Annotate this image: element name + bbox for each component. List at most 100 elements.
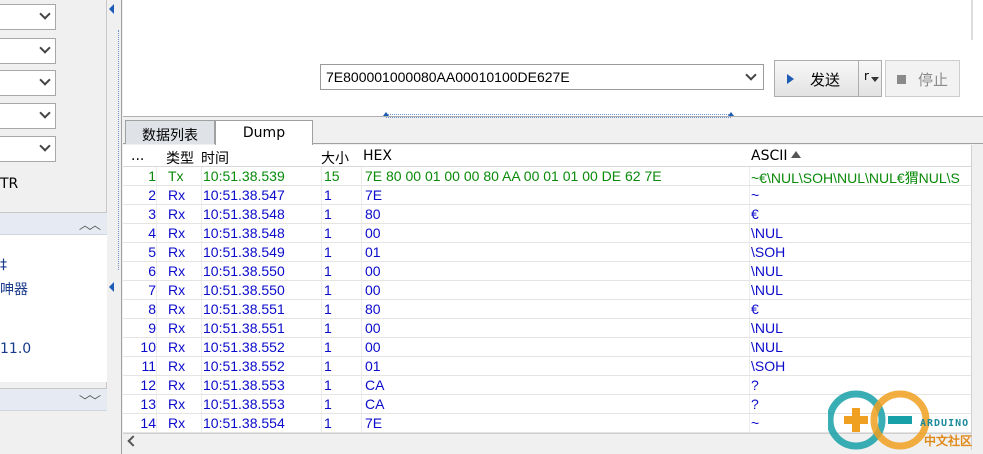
cell-idx: 6 xyxy=(148,263,156,279)
watermark-subtext: 中文社区 xyxy=(924,434,973,448)
scroll-left-icon[interactable] xyxy=(127,435,139,447)
cell-idx: 1 xyxy=(148,168,156,184)
stop-button-label: 停止 xyxy=(918,71,949,89)
app-window: TR ︿︿ ‡ 呻器 11.0 ﹀﹀ 7E800001000080AA00010… xyxy=(0,0,983,454)
collapse-left-icon[interactable] xyxy=(109,282,114,292)
cell-type: Rx xyxy=(168,339,186,355)
cell-ascii: \SOH xyxy=(751,358,786,374)
cell-size: 1 xyxy=(324,187,332,203)
col-header-index[interactable]: ... xyxy=(131,148,144,164)
cell-idx: 11 xyxy=(141,358,156,374)
cell-size: 1 xyxy=(324,415,332,431)
cell-size: 1 xyxy=(324,301,332,317)
splitter-grip[interactable] xyxy=(118,30,119,270)
version-text: 11.0 xyxy=(0,341,32,357)
sort-ascending-icon xyxy=(790,151,801,158)
cell-time: 10:51.38.551 xyxy=(203,320,285,336)
cell-type: Rx xyxy=(168,396,186,412)
play-icon xyxy=(787,74,794,84)
cell-time: 10:51.38.548 xyxy=(203,225,285,241)
setting-dropdown-5[interactable] xyxy=(0,136,56,162)
send-button-label: 发送 xyxy=(810,71,841,89)
expand-down-icon[interactable]: ﹀﹀ xyxy=(79,392,101,409)
tab-bar: 数据列表 Dump xyxy=(123,118,983,145)
cell-idx: 12 xyxy=(140,377,156,393)
col-header-time[interactable]: 时间 xyxy=(201,148,229,168)
table-row[interactable]: 8 Rx 10:51.38.551 1 80 € xyxy=(123,300,971,319)
send-options-button[interactable]: r xyxy=(858,60,882,97)
cell-hex: 7E xyxy=(365,187,383,203)
table-header: ... 类型 时间 大小 HEX ASCII xyxy=(123,145,971,167)
col-header-hex[interactable]: HEX xyxy=(363,148,392,164)
chevron-down-icon xyxy=(39,8,51,20)
tab-dump[interactable]: Dump xyxy=(215,120,313,145)
cell-type: Rx xyxy=(168,206,186,222)
setting-dropdown-3[interactable] xyxy=(0,70,56,96)
cell-hex: 7E 80 00 01 00 00 80 AA 00 01 01 00 DE 6… xyxy=(365,168,662,184)
col-header-type[interactable]: 类型 xyxy=(166,148,194,168)
cell-time: 10:51.38.547 xyxy=(203,187,285,203)
table-row[interactable]: 11 Rx 10:51.38.552 1 01 \SOH xyxy=(123,357,971,376)
setting-dropdown-2[interactable] xyxy=(0,38,56,64)
cell-hex: 80 xyxy=(365,206,381,222)
table-row[interactable]: 5 Rx 10:51.38.549 1 01 \SOH xyxy=(123,243,971,262)
cell-hex: CA xyxy=(365,396,385,412)
cell-ascii: € xyxy=(751,301,759,317)
cell-ascii: \NUL xyxy=(751,320,783,336)
vertical-splitter[interactable] xyxy=(107,0,122,454)
cell-idx: 4 xyxy=(148,225,156,241)
cell-size: 1 xyxy=(324,339,332,355)
table-row[interactable]: 3 Rx 10:51.38.548 1 80 € xyxy=(123,205,971,224)
chevron-down-icon xyxy=(39,42,51,54)
table-row[interactable]: 10 Rx 10:51.38.552 1 00 \NUL xyxy=(123,338,971,357)
cell-idx: 9 xyxy=(148,320,156,336)
cell-ascii: \NUL xyxy=(751,282,783,298)
send-panel: 7E800001000080AA00010100DE627E 发送 r 停止 xyxy=(123,0,983,118)
cell-type: Rx xyxy=(168,225,186,241)
table-row[interactable]: 9 Rx 10:51.38.551 1 00 \NUL xyxy=(123,319,971,338)
cell-size: 1 xyxy=(324,244,332,260)
cell-hex: 00 xyxy=(365,263,381,279)
cell-ascii: \NUL xyxy=(751,263,783,279)
chevron-down-icon xyxy=(39,140,51,152)
cell-size: 1 xyxy=(324,282,332,298)
collapse-left-icon[interactable] xyxy=(109,4,114,14)
table-row[interactable]: 4 Rx 10:51.38.548 1 00 \NUL xyxy=(123,224,971,243)
cell-size: 15 xyxy=(324,168,340,184)
table-row[interactable]: 2 Rx 10:51.38.547 1 7E ~ xyxy=(123,186,971,205)
cell-type: Rx xyxy=(168,301,186,317)
cell-size: 1 xyxy=(324,377,332,393)
setting-dropdown-1[interactable] xyxy=(0,4,56,30)
cell-idx: 2 xyxy=(148,187,156,203)
info-box-header[interactable]: ︿︿ xyxy=(0,213,107,235)
cell-size: 1 xyxy=(324,225,332,241)
chevron-down-icon[interactable] xyxy=(745,69,757,81)
second-box-header[interactable]: ﹀﹀ xyxy=(0,389,107,411)
col-header-size[interactable]: 大小 xyxy=(321,148,349,168)
cell-type: Rx xyxy=(168,320,186,336)
table-row[interactable]: 1 Tx 10:51.38.539 15 7E 80 00 01 00 00 80 AA… xyxy=(123,167,971,186)
info-box: ︿︿ ‡ 呻器 11.0 xyxy=(0,212,107,382)
cell-hex: 7E xyxy=(365,415,383,431)
cell-idx: 8 xyxy=(148,301,156,317)
cell-time: 10:51.38.552 xyxy=(203,358,285,374)
setting-dropdown-4[interactable] xyxy=(0,103,56,129)
cell-ascii: \SOH xyxy=(751,244,786,260)
collapse-up-icon[interactable]: ︿︿ xyxy=(79,216,101,233)
cell-time: 10:51.38.552 xyxy=(203,339,285,355)
cell-hex: 01 xyxy=(365,358,381,374)
send-button[interactable]: 发送 xyxy=(774,60,859,97)
cell-time: 10:51.38.554 xyxy=(203,415,285,431)
cell-time: 10:51.38.548 xyxy=(203,206,285,222)
cell-hex: 00 xyxy=(365,339,381,355)
table-row[interactable]: 7 Rx 10:51.38.550 1 00 \NUL xyxy=(123,281,971,300)
col-header-ascii[interactable]: ASCII xyxy=(751,148,801,164)
stop-button[interactable]: 停止 xyxy=(885,60,960,97)
dropdown-arrow-icon xyxy=(871,77,879,82)
command-combobox[interactable]: 7E800001000080AA00010100DE627E xyxy=(320,64,764,90)
table-row[interactable]: 6 Rx 10:51.38.550 1 00 \NUL xyxy=(123,262,971,281)
tab-data-list[interactable]: 数据列表 xyxy=(125,120,215,144)
cell-ascii: \NUL xyxy=(751,339,783,355)
cell-type: Rx xyxy=(168,415,186,431)
second-box: ﹀﹀ xyxy=(0,388,107,454)
